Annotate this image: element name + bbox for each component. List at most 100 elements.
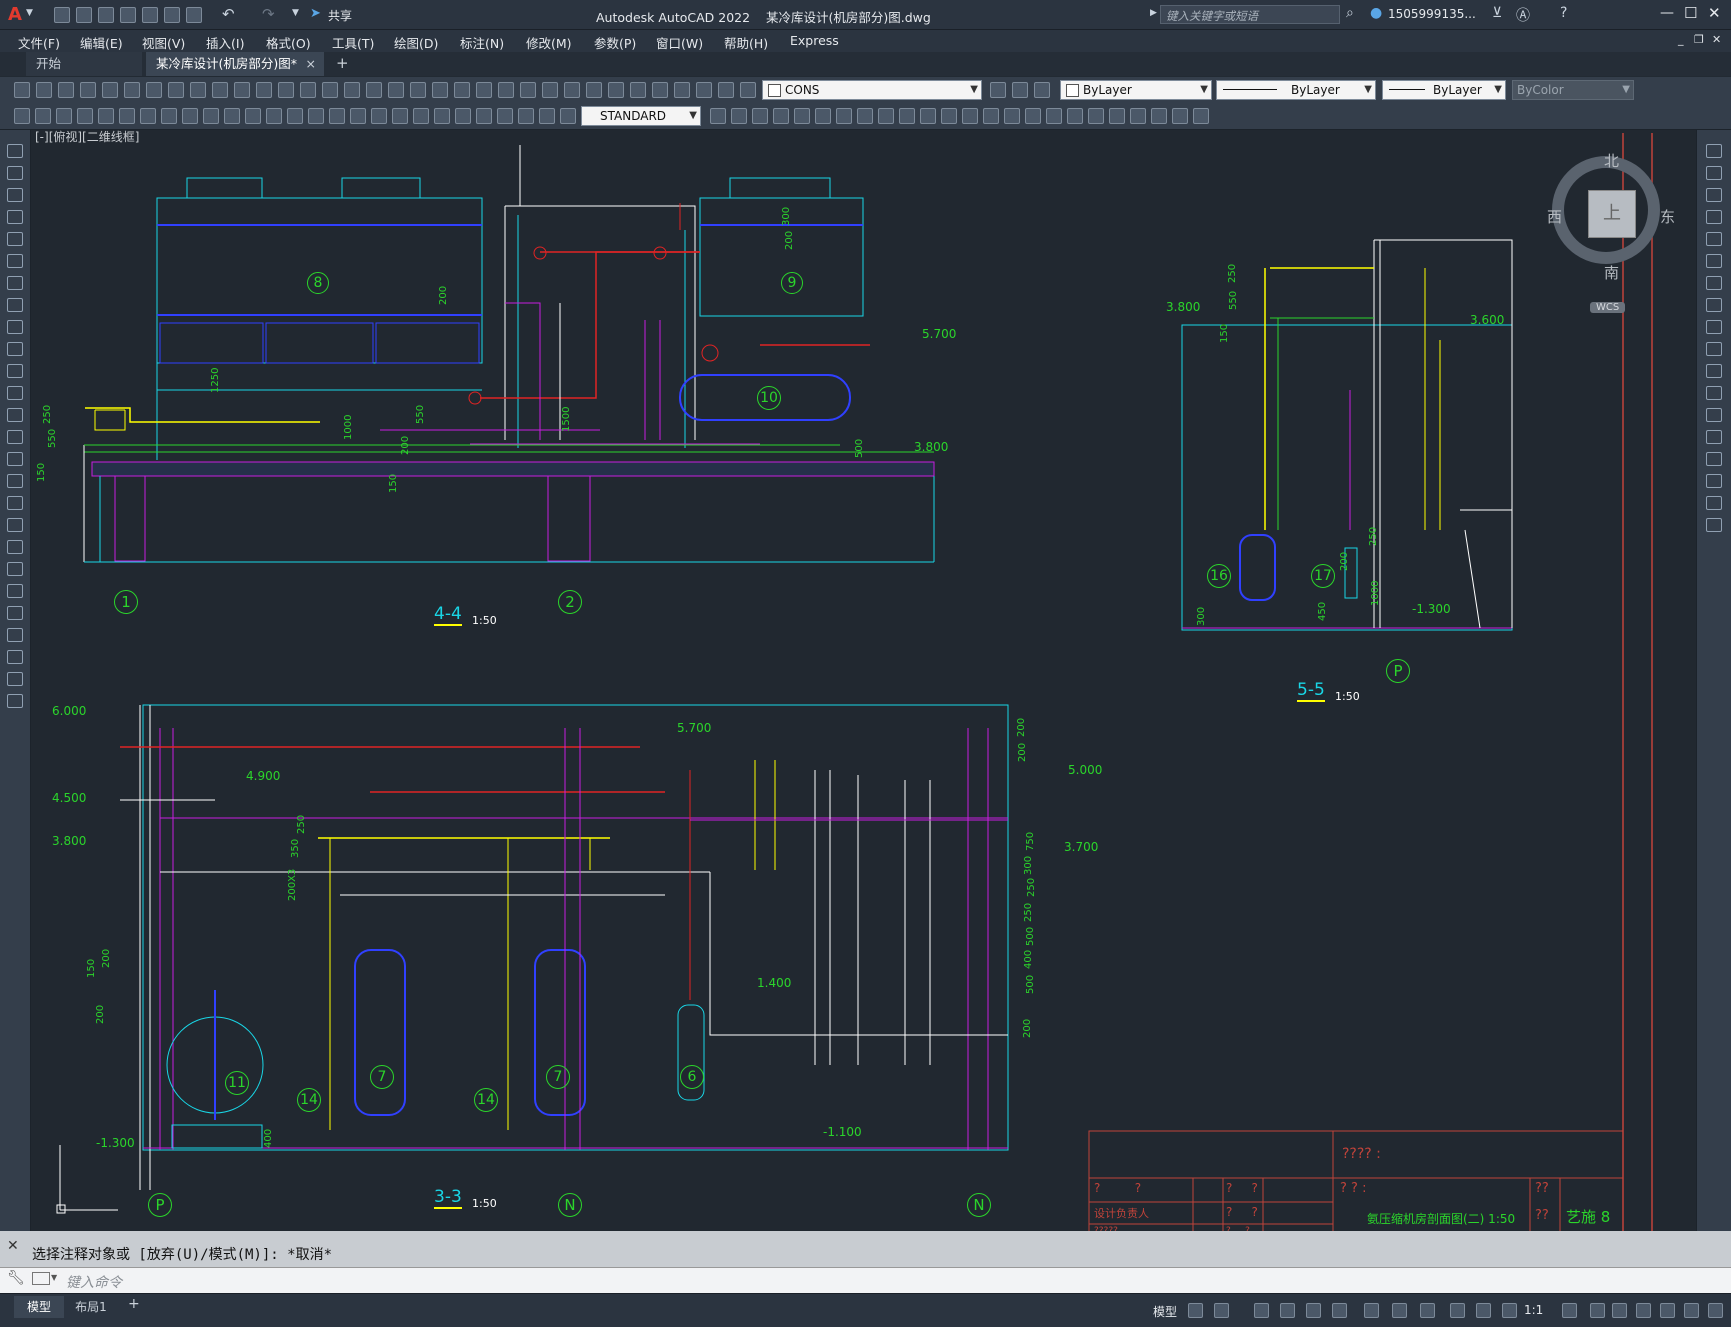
- draw-palette-icon[interactable]: [7, 188, 23, 202]
- status-toggle-icon[interactable]: [1188, 1303, 1203, 1318]
- draw-palette-icon[interactable]: [7, 474, 23, 488]
- standard-tool-icon[interactable]: [674, 82, 690, 98]
- draw-tool-icon[interactable]: [350, 108, 366, 124]
- modify-palette-icon[interactable]: [1706, 364, 1722, 378]
- modify-palette-icon[interactable]: [1706, 210, 1722, 224]
- share-button[interactable]: 共享: [328, 7, 352, 24]
- draw-palette-icon[interactable]: [7, 364, 23, 378]
- tab-close-icon[interactable]: ×: [306, 52, 316, 76]
- viewcube-face[interactable]: 上: [1588, 190, 1636, 238]
- draw-palette-icon[interactable]: [7, 584, 23, 598]
- status-toggle-icon[interactable]: [1660, 1303, 1675, 1318]
- draw-tool-icon[interactable]: [1025, 108, 1041, 124]
- open-icon[interactable]: [76, 7, 92, 23]
- modify-palette-icon[interactable]: [1706, 518, 1722, 532]
- status-toggle-icon[interactable]: [1332, 1303, 1347, 1318]
- standard-tool-icon[interactable]: [1034, 82, 1050, 98]
- draw-tool-icon[interactable]: [287, 108, 303, 124]
- draw-tool-icon[interactable]: [1151, 108, 1167, 124]
- drawing-canvas[interactable]: [-][俯视][二维线框]: [31, 130, 1695, 1231]
- standard-tool-icon[interactable]: [498, 82, 514, 98]
- draw-palette-icon[interactable]: [7, 254, 23, 268]
- wcs-menu[interactable]: WCS: [1590, 302, 1626, 313]
- modify-palette-icon[interactable]: [1706, 320, 1722, 334]
- draw-tool-icon[interactable]: [941, 108, 957, 124]
- draw-tool-icon[interactable]: [161, 108, 177, 124]
- draw-tool-icon[interactable]: [476, 108, 492, 124]
- menu-edit[interactable]: 编辑(E): [80, 33, 123, 52]
- menu-insert[interactable]: 插入(I): [206, 33, 244, 52]
- draw-tool-icon[interactable]: [773, 108, 789, 124]
- draw-tool-icon[interactable]: [518, 108, 534, 124]
- standard-tool-icon[interactable]: [718, 82, 734, 98]
- draw-tool-icon[interactable]: [1067, 108, 1083, 124]
- save-web-icon[interactable]: [164, 7, 180, 23]
- modify-palette-icon[interactable]: [1706, 254, 1722, 268]
- draw-tool-icon[interactable]: [203, 108, 219, 124]
- status-toggle-icon[interactable]: [1450, 1303, 1465, 1318]
- standard-tool-icon[interactable]: [454, 82, 470, 98]
- draw-palette-icon[interactable]: [7, 276, 23, 290]
- cart-icon[interactable]: ⊻: [1492, 5, 1502, 21]
- standard-tool-icon[interactable]: [234, 82, 250, 98]
- draw-palette-icon[interactable]: [7, 672, 23, 686]
- draw-tool-icon[interactable]: [1088, 108, 1104, 124]
- standard-tool-icon[interactable]: [990, 82, 1006, 98]
- status-toggle-icon[interactable]: [1420, 1303, 1435, 1318]
- status-toggle-icon[interactable]: [1254, 1303, 1269, 1318]
- share-icon[interactable]: ➤: [310, 6, 321, 21]
- draw-palette-icon[interactable]: [7, 298, 23, 312]
- standard-tool-icon[interactable]: [278, 82, 294, 98]
- linetype-dropdown[interactable]: ByLayer ▼: [1216, 80, 1376, 100]
- search-expand-icon[interactable]: ▶: [1150, 8, 1157, 18]
- tab-drawing[interactable]: 某冷库设计(机房部分)图* ×: [146, 52, 324, 76]
- save-as-icon[interactable]: [120, 7, 136, 23]
- draw-tool-icon[interactable]: [14, 108, 30, 124]
- standard-tool-icon[interactable]: [366, 82, 382, 98]
- command-recent-icon[interactable]: [32, 1272, 50, 1285]
- draw-tool-icon[interactable]: [962, 108, 978, 124]
- draw-tool-icon[interactable]: [98, 108, 114, 124]
- menu-file[interactable]: 文件(F): [18, 33, 60, 52]
- standard-tool-icon[interactable]: [740, 82, 756, 98]
- add-layout-button[interactable]: +: [128, 1296, 140, 1312]
- standard-tool-icon[interactable]: [542, 82, 558, 98]
- search-input[interactable]: 键入关键字或短语: [1166, 8, 1258, 24]
- standard-tool-icon[interactable]: [432, 82, 448, 98]
- standard-tool-icon[interactable]: [564, 82, 580, 98]
- draw-tool-icon[interactable]: [56, 108, 72, 124]
- autocad-logo[interactable]: A: [8, 4, 22, 25]
- draw-tool-icon[interactable]: [899, 108, 915, 124]
- menu-help[interactable]: 帮助(H): [724, 33, 768, 52]
- standard-tool-icon[interactable]: [58, 82, 74, 98]
- status-toggle-icon[interactable]: [1590, 1303, 1605, 1318]
- lineweight-dropdown[interactable]: ByLayer ▼: [1382, 80, 1506, 100]
- draw-palette-icon[interactable]: [7, 452, 23, 466]
- draw-tool-icon[interactable]: [224, 108, 240, 124]
- standard-tool-icon[interactable]: [256, 82, 272, 98]
- standard-tool-icon[interactable]: [102, 82, 118, 98]
- draw-tool-icon[interactable]: [35, 108, 51, 124]
- command-input[interactable]: 键入命令: [66, 1272, 122, 1292]
- status-toggle-icon[interactable]: [1280, 1303, 1295, 1318]
- draw-tool-icon[interactable]: [77, 108, 93, 124]
- draw-tool-icon[interactable]: [413, 108, 429, 124]
- modify-palette-icon[interactable]: [1706, 166, 1722, 180]
- standard-tool-icon[interactable]: [14, 82, 30, 98]
- standard-tool-icon[interactable]: [212, 82, 228, 98]
- redo-icon[interactable]: ↷: [262, 5, 275, 23]
- draw-tool-icon[interactable]: [836, 108, 852, 124]
- help-icon[interactable]: ?: [1560, 5, 1567, 21]
- search-icon[interactable]: ⌕: [1346, 5, 1354, 21]
- open-web-icon[interactable]: [142, 7, 158, 23]
- close-icon[interactable]: ✕: [1708, 4, 1721, 22]
- viewcube-north[interactable]: 北: [1604, 150, 1619, 171]
- draw-tool-icon[interactable]: [1193, 108, 1209, 124]
- draw-palette-icon[interactable]: [7, 408, 23, 422]
- draw-tool-icon[interactable]: [731, 108, 747, 124]
- modify-palette-icon[interactable]: [1706, 276, 1722, 290]
- draw-tool-icon[interactable]: [434, 108, 450, 124]
- status-toggle-icon[interactable]: [1476, 1303, 1491, 1318]
- modify-palette-icon[interactable]: [1706, 430, 1722, 444]
- autodesk-app-icon[interactable]: Ⓐ: [1516, 5, 1530, 25]
